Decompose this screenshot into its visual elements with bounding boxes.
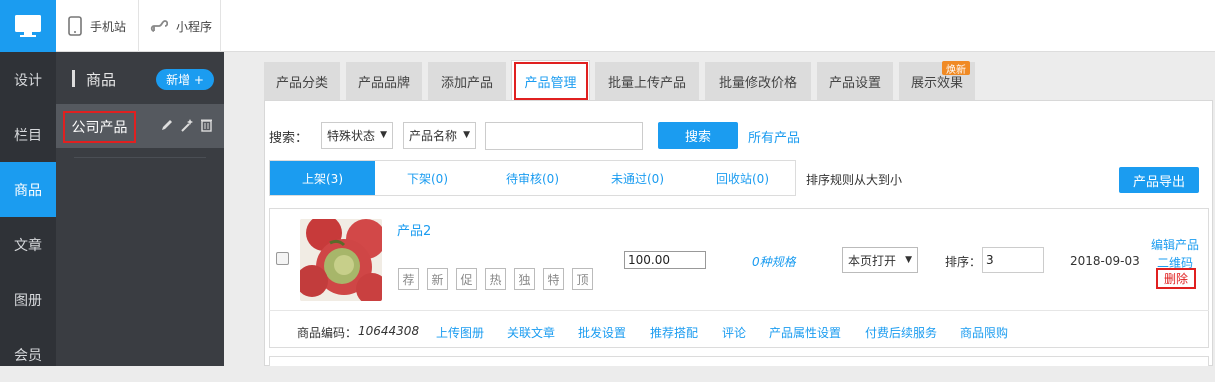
mobile-site-label: 手机站 <box>90 19 127 34</box>
tag-new[interactable]: 新 <box>427 268 448 290</box>
panel-header-marker <box>72 70 75 87</box>
rail-item-articles[interactable]: 文章 <box>0 217 56 272</box>
specs-link[interactable]: 0种规格 <box>752 253 796 270</box>
new-badge: 焕新 <box>942 61 970 76</box>
caret-down-icon: ▼ <box>905 255 912 265</box>
attribute-settings-link[interactable]: 产品属性设置 <box>769 324 841 341</box>
search-button[interactable]: 搜索 <box>658 122 738 149</box>
tag-special[interactable]: 特 <box>543 268 564 290</box>
price-input[interactable]: 100.00 <box>624 251 706 269</box>
product-date: 2018-09-03 <box>1070 254 1140 268</box>
panel-divider <box>74 157 206 158</box>
search-input[interactable] <box>485 122 643 150</box>
tag-top[interactable]: 顶 <box>572 268 593 290</box>
grapes-image <box>300 219 382 301</box>
tab-product-settings[interactable]: 产品设置 <box>817 62 893 100</box>
rail-item-albums[interactable]: 图册 <box>0 272 56 327</box>
miniapp-label: 小程序 <box>176 19 213 34</box>
purchase-limit-link[interactable]: 商品限购 <box>960 324 1008 341</box>
top-bar: 手机站 小程序 <box>56 0 1215 52</box>
product-thumbnail[interactable] <box>300 219 382 301</box>
sort-input[interactable]: 3 <box>982 247 1044 273</box>
edit-icon[interactable] <box>160 118 174 132</box>
rail-item-members[interactable]: 会员 <box>0 327 56 382</box>
edit-product-link[interactable]: 编辑产品 <box>1151 236 1199 253</box>
upload-album-link[interactable]: 上传图册 <box>436 324 484 341</box>
card-divider <box>269 310 1209 311</box>
open-mode-value: 本页打开 <box>848 253 897 268</box>
next-product-card <box>269 356 1209 366</box>
product-name-link[interactable]: 产品2 <box>397 220 431 239</box>
recommend-combo-link[interactable]: 推荐搭配 <box>650 324 698 341</box>
selected-category-label[interactable]: 公司产品 <box>63 111 136 143</box>
sort-rule-text: 排序规则从大到小 <box>806 173 903 187</box>
rail-item-design[interactable]: 设计 <box>0 52 56 107</box>
product-code-label: 商品编码： <box>297 326 358 340</box>
tab-product-brand[interactable]: 产品品牌 <box>346 62 422 100</box>
tab-add-product[interactable]: 添加产品 <box>428 62 506 100</box>
tag-exclusive[interactable]: 独 <box>514 268 535 290</box>
caret-down-icon: ▼ <box>380 130 387 140</box>
panel-title: 商品 <box>86 71 117 89</box>
miniapp-link[interactable]: 小程序 <box>138 0 212 52</box>
topbar-divider <box>220 0 221 52</box>
all-products-link[interactable]: 所有产品 <box>748 127 800 146</box>
tag-hot[interactable]: 热 <box>485 268 506 290</box>
comments-link[interactable]: 评论 <box>722 324 746 341</box>
export-products-button[interactable]: 产品导出 <box>1119 167 1199 193</box>
category-panel: 商品 新增 + 公司产品 <box>56 52 224 366</box>
rail-item-columns[interactable]: 栏目 <box>0 107 56 162</box>
tab-highlight-box <box>514 62 588 100</box>
mobile-site-link[interactable]: 手机站 <box>56 0 126 52</box>
product-checkbox[interactable] <box>276 252 289 265</box>
status-tab-rejected[interactable]: 未通过(0) <box>585 161 690 195</box>
status-filter-value: 特殊状态 <box>327 129 376 143</box>
phone-icon <box>68 16 82 36</box>
panel-header: 商品 新增 + <box>56 52 224 104</box>
tag-recommend[interactable]: 荐 <box>398 268 419 290</box>
status-tab-pending[interactable]: 待审核(0) <box>480 161 585 195</box>
magic-wand-icon[interactable] <box>180 118 194 132</box>
tag-promo[interactable]: 促 <box>456 268 477 290</box>
rail-item-products[interactable]: 商品 <box>0 162 56 217</box>
search-label: 搜索： <box>269 131 309 146</box>
status-tab-listed[interactable]: 上架(3) <box>270 161 375 195</box>
status-tab-recycle[interactable]: 回收站(0) <box>690 161 795 195</box>
paid-services-link[interactable]: 付费后续服务 <box>865 324 937 341</box>
status-tab-delisted[interactable]: 下架(0) <box>375 161 480 195</box>
monitor-icon <box>15 15 41 37</box>
open-mode-select[interactable]: 本页打开 ▼ <box>842 247 918 273</box>
sort-label: 排序： <box>945 255 982 269</box>
field-filter-value: 产品名称 <box>409 129 458 143</box>
product-code-value: 10644308 <box>358 324 420 338</box>
status-filter-select[interactable]: 特殊状态 ▼ <box>321 122 393 149</box>
miniapp-icon <box>150 20 168 32</box>
monitor-logo[interactable] <box>0 0 56 52</box>
left-rail: 设计 栏目 商品 文章 图册 会员 <box>0 0 56 366</box>
category-tools <box>160 118 213 132</box>
caret-down-icon: ▼ <box>463 130 470 140</box>
tab-bulk-price[interactable]: 批量修改价格 <box>705 62 811 100</box>
status-tabs: 上架(3) 下架(0) 待审核(0) 未通过(0) 回收站(0) <box>269 160 796 196</box>
related-articles-link[interactable]: 关联文章 <box>507 324 555 341</box>
trash-icon[interactable] <box>200 118 213 132</box>
field-filter-select[interactable]: 产品名称 ▼ <box>403 122 476 149</box>
wholesale-settings-link[interactable]: 批发设置 <box>578 324 626 341</box>
tab-product-category[interactable]: 产品分类 <box>264 62 340 100</box>
tab-bulk-upload[interactable]: 批量上传产品 <box>595 62 699 100</box>
add-category-button[interactable]: 新增 + <box>156 69 214 90</box>
delete-product-link[interactable]: 删除 <box>1156 268 1196 289</box>
